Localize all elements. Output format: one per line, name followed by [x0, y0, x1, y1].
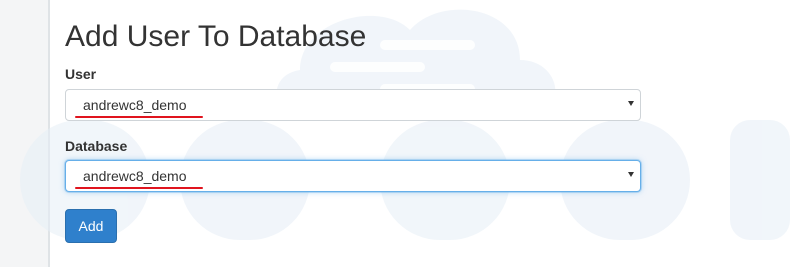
user-select[interactable]: andrewc8_demo: [65, 89, 641, 121]
page-title: Add User To Database: [65, 20, 367, 53]
annotation-underline: [75, 116, 203, 118]
user-label: User: [65, 66, 97, 82]
left-sidebar-rail: [0, 0, 50, 267]
database-select[interactable]: andrewc8_demo: [65, 160, 641, 192]
caret-down-icon: [628, 172, 634, 177]
database-label: Database: [65, 138, 128, 154]
database-select-value: andrewc8_demo: [83, 168, 187, 184]
add-button[interactable]: Add: [65, 209, 117, 243]
user-select-value: andrewc8_demo: [83, 97, 187, 113]
annotation-underline: [75, 187, 203, 189]
caret-down-icon: [628, 101, 634, 106]
